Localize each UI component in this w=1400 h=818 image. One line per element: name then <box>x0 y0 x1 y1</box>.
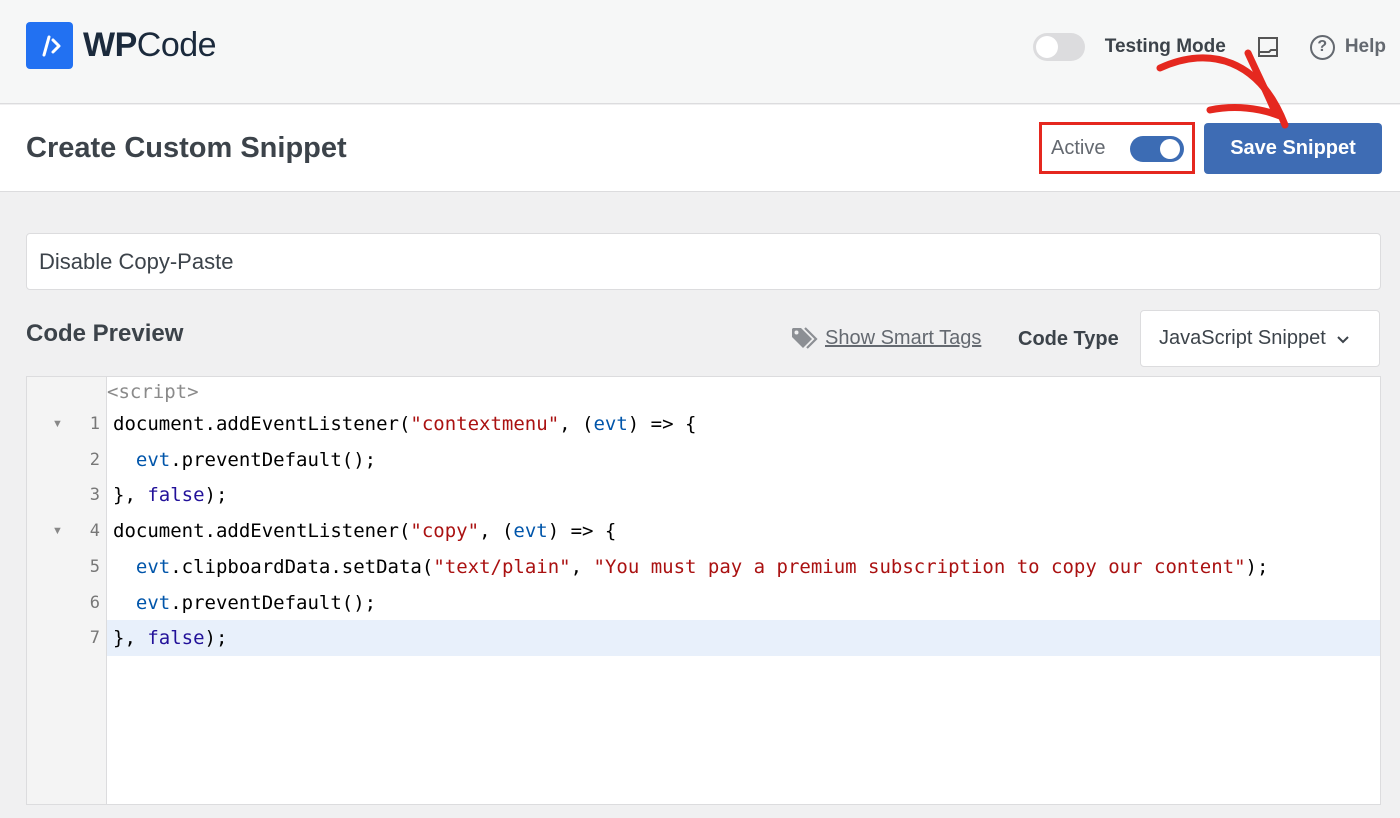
show-smart-tags-link[interactable]: Show Smart Tags <box>790 325 981 351</box>
code-token-str: "copy" <box>410 520 480 543</box>
code-token-str: "text/plain" <box>433 555 571 578</box>
save-snippet-button[interactable]: Save Snippet <box>1204 123 1382 174</box>
editor-code-area[interactable]: <script> document.addEventListener("cont… <box>107 377 1380 804</box>
code-token-plain: document.addEventListener( <box>113 413 411 435</box>
code-type-label: Code Type <box>1018 328 1119 350</box>
code-token-plain: , <box>570 555 594 578</box>
code-token-plain: .clipboardData.setData( <box>170 555 434 578</box>
code-token-kw: false <box>147 627 205 650</box>
wpcode-logo[interactable]: WPCode <box>26 22 217 69</box>
code-token-str: "You must pay a premium subscription to … <box>593 555 1246 578</box>
code-type-value: JavaScript Snippet <box>1159 327 1326 349</box>
page-title: Create Custom Snippet <box>26 132 347 164</box>
logo-text: WPCode <box>83 26 217 64</box>
code-token-var: evt <box>135 591 171 614</box>
editor-gutter: 1 ▼ 2 3 4 ▼ 5 6 7 <box>27 377 107 804</box>
code-token-plain: .preventDefault(); <box>170 448 377 471</box>
code-line-text: document.addEventListener("copy", (evt) … <box>113 513 616 549</box>
code-brackets-icon <box>26 22 73 69</box>
active-toggle[interactable] <box>1130 136 1184 162</box>
code-line-text: document.addEventListener("contextmenu",… <box>113 406 696 442</box>
code-line-text: evt.preventDefault(); <box>113 442 376 478</box>
code-preview-title: Code Preview <box>26 320 184 347</box>
smart-tags-label: Show Smart Tags <box>825 326 982 349</box>
top-bar: WPCode Testing Mode ? Help <box>0 0 1400 104</box>
code-token-plain: .preventDefault(); <box>170 591 377 614</box>
testing-mode-toggle[interactable] <box>1032 33 1085 61</box>
code-token-plain: ); <box>204 627 228 650</box>
code-line[interactable]: evt.preventDefault(); <box>107 585 1380 621</box>
line-number: 5 <box>89 556 100 577</box>
code-line-text: }, false); <box>113 477 227 513</box>
line-number: 3 <box>89 485 100 506</box>
line-number: 4 <box>89 521 100 542</box>
code-line-text: evt.clipboardData.setData("text/plain", … <box>113 549 1269 585</box>
fold-arrow-icon[interactable]: ▼ <box>52 513 63 549</box>
code-line-text: evt.preventDefault(); <box>113 585 376 621</box>
help-button[interactable]: ? Help <box>1309 34 1386 60</box>
line-number: 1 <box>89 414 100 434</box>
code-token-plain: }, <box>113 627 148 650</box>
code-line[interactable]: evt.clipboardData.setData("text/plain", … <box>107 549 1380 585</box>
code-type-select[interactable]: JavaScript Snippet <box>1140 310 1380 367</box>
code-line[interactable]: }, false); <box>107 477 1380 513</box>
chevron-down-icon <box>1337 335 1349 343</box>
code-token-plain: }, <box>113 484 148 507</box>
code-token-plain: ) => { <box>627 413 697 435</box>
snippet-title-input[interactable]: Disable Copy-Paste <box>26 233 1381 290</box>
code-token-var: evt <box>135 555 171 578</box>
code-token-kw: false <box>147 484 205 507</box>
line-number: 7 <box>89 628 100 649</box>
active-toggle-highlight: Active <box>1039 122 1195 174</box>
code-token-str: "contextmenu" <box>410 413 560 435</box>
code-editor[interactable]: 1 ▼ 2 3 4 ▼ 5 6 7 <script> document.addEventList… <box>26 376 1381 805</box>
code-token-plain: , ( <box>559 413 594 435</box>
code-line[interactable]: document.addEventListener("copy", (evt) … <box>107 513 1380 549</box>
active-label: Active <box>1051 136 1106 159</box>
code-token-plain: ); <box>1245 555 1269 578</box>
question-circle-icon: ? <box>1309 34 1335 60</box>
code-line[interactable]: }, false); <box>107 620 1380 657</box>
tag-icon <box>792 327 818 349</box>
help-label: Help <box>1344 36 1386 57</box>
code-token-plain: ) => { <box>547 520 617 543</box>
code-line[interactable]: document.addEventListener("contextmenu",… <box>107 406 1380 442</box>
line-number: 6 <box>89 592 100 613</box>
code-token-var: evt <box>513 520 548 543</box>
document-icon[interactable] <box>1256 35 1280 59</box>
fold-arrow-icon[interactable]: ▼ <box>52 406 63 442</box>
page-header: Create Custom Snippet Active Save Snippe… <box>0 105 1400 192</box>
code-line[interactable]: evt.preventDefault(); <box>107 442 1380 478</box>
code-token-var: evt <box>593 413 628 435</box>
testing-mode-label: Testing Mode <box>1104 36 1226 57</box>
line-number: 2 <box>89 449 100 470</box>
code-token-plain: ); <box>204 484 228 507</box>
code-token-plain: , ( <box>479 520 514 543</box>
code-token-plain: document.addEventListener( <box>113 520 411 543</box>
code-line-text: }, false); <box>113 620 227 656</box>
script-open-tag: <script> <box>107 381 199 403</box>
code-token-var: evt <box>135 448 171 471</box>
